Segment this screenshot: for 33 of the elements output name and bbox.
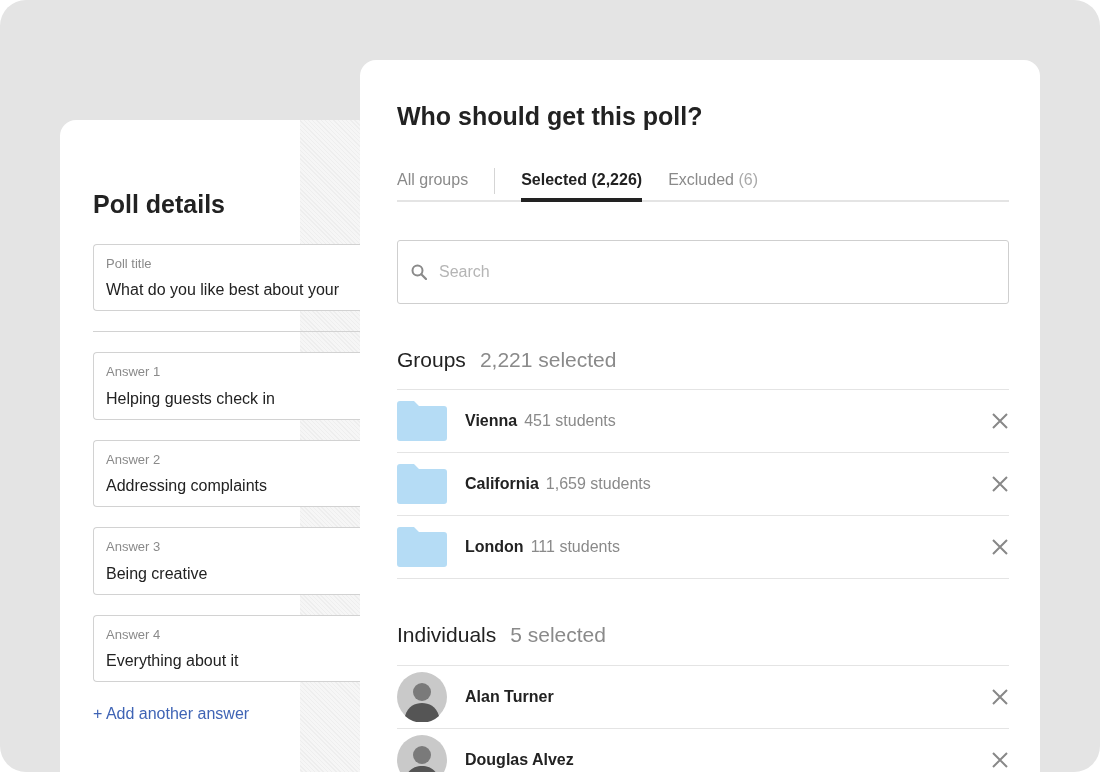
remove-button[interactable] — [991, 412, 1009, 430]
text-field[interactable]: Answer 2 Addressing complaints — [93, 439, 360, 507]
folder-icon — [397, 527, 447, 567]
text-field[interactable]: Answer 3 Being creative — [93, 527, 360, 595]
section-title: Individuals — [397, 622, 497, 648]
list-item-name: Alan Turner — [465, 686, 554, 707]
list-item-name: London — [465, 537, 524, 557]
text-field[interactable]: Answer 4 Everything about it — [93, 614, 360, 682]
tab[interactable]: Selected (2,226) — [521, 161, 643, 202]
student-count: 1,659 students — [545, 474, 651, 494]
selection-count: 2,221 selected — [479, 346, 617, 373]
selection-count: 5 selected — [510, 622, 606, 648]
add-answer-link[interactable]: + Add another answer — [93, 705, 250, 722]
list-item-name: California — [465, 474, 539, 494]
folder-icon — [397, 401, 447, 441]
section-title: Groups — [397, 346, 466, 373]
search-field[interactable]: Search — [397, 239, 1009, 304]
text-field[interactable]: Answer 1 Helping guests check in — [93, 352, 360, 420]
remove-button[interactable] — [991, 538, 1009, 556]
student-count: 111 students — [530, 537, 620, 557]
remove-button[interactable] — [991, 687, 1009, 706]
tab[interactable]: All groups — [397, 161, 469, 202]
remove-button[interactable] — [991, 475, 1009, 493]
panel-title: Poll details — [93, 189, 226, 220]
avatar-icon — [397, 671, 447, 722]
dialog-title: Who should get this poll? — [397, 101, 704, 132]
student-count: 451 students — [524, 411, 616, 431]
list-item-name: Vienna — [465, 411, 518, 431]
avatar-icon — [397, 734, 447, 772]
folder-icon — [397, 464, 447, 504]
list-item-name: Douglas Alvez — [465, 749, 574, 770]
text-field[interactable]: Poll title What do you like best about your — [93, 243, 360, 311]
remove-button[interactable] — [991, 750, 1009, 769]
